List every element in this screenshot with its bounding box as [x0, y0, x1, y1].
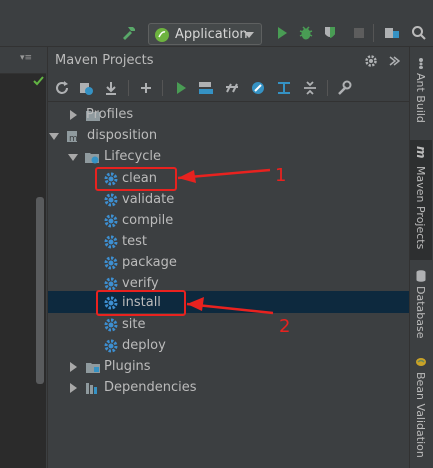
tab-label: Bean Validation	[414, 372, 427, 458]
tree-node-profiles[interactable]: Profiles	[48, 104, 408, 125]
expand-arrow-icon[interactable]	[70, 362, 77, 372]
goal-test[interactable]: test	[101, 231, 251, 252]
svg-text:m: m	[69, 134, 78, 144]
goal-label: package	[122, 255, 177, 270]
maven-m-icon: m	[414, 146, 428, 159]
goal-label: site	[122, 317, 146, 332]
tree-node-project[interactable]: m disposition	[48, 125, 408, 146]
execute-goal-icon[interactable]	[198, 80, 214, 96]
tree-node-label: disposition	[87, 128, 158, 143]
collapse-arrow-icon[interactable]	[49, 133, 59, 140]
refresh-icon[interactable]	[54, 80, 70, 96]
editor-scrollbar[interactable]	[36, 197, 44, 384]
hide-panel-icon[interactable]	[389, 56, 400, 66]
goal-gear-icon	[104, 193, 118, 207]
chevron-down-icon	[244, 32, 254, 38]
tab-ant-build[interactable]: Ant Build	[410, 55, 432, 130]
tree-node-label: Dependencies	[104, 380, 197, 395]
dependencies-folder-icon	[86, 383, 97, 394]
annotation-arrow-install	[186, 297, 274, 315]
lifecycle-folder-icon	[85, 153, 99, 164]
editor-tab-menu-icon[interactable]: ▾≡	[20, 53, 32, 63]
ant-icon	[419, 58, 423, 69]
goal-compile[interactable]: compile	[101, 210, 251, 231]
toolbar-separator	[162, 80, 163, 96]
gear-icon[interactable]	[364, 54, 378, 68]
goal-gear-icon	[104, 256, 118, 270]
toolbar-separator	[327, 80, 328, 96]
toggle-offline-icon[interactable]	[224, 80, 240, 96]
annotation-number-1: 1	[275, 165, 287, 186]
annotation-number-2: 2	[279, 316, 291, 337]
build-hammer-icon[interactable]	[120, 24, 138, 42]
project-structure-icon[interactable]	[384, 25, 400, 41]
collapse-arrow-icon[interactable]	[68, 154, 78, 161]
goal-deploy[interactable]: deploy	[101, 335, 251, 356]
tab-bean-validation[interactable]: Bean Validation	[410, 354, 432, 466]
annotation-box-install	[96, 290, 186, 316]
reimport-icon[interactable]	[78, 80, 94, 96]
editor-tab-header: ▾≡	[0, 47, 46, 74]
goal-label: validate	[122, 192, 175, 207]
goal-gear-icon	[104, 339, 118, 353]
goal-site[interactable]: site	[101, 314, 251, 335]
tree-node-label: Lifecycle	[104, 149, 162, 164]
settings-wrench-icon[interactable]	[336, 80, 352, 96]
goal-validate[interactable]: validate	[101, 189, 251, 210]
run-with-coverage-icon[interactable]	[322, 25, 338, 41]
skip-tests-icon[interactable]	[250, 80, 266, 96]
expand-arrow-icon[interactable]	[70, 110, 77, 120]
tab-maven-projects[interactable]: m Maven Projects	[410, 140, 432, 260]
search-icon[interactable]	[411, 25, 427, 41]
tree-node-lifecycle[interactable]: Lifecycle	[48, 146, 408, 167]
run-icon[interactable]	[274, 25, 290, 41]
spring-boot-icon	[155, 28, 169, 42]
goal-label: deploy	[122, 338, 166, 353]
annotation-arrow-clean	[177, 168, 271, 183]
run-configuration-selector[interactable]: Application	[148, 23, 262, 45]
add-icon[interactable]	[138, 80, 154, 96]
checkmark-icon	[33, 76, 44, 86]
run-maven-build-icon[interactable]	[173, 80, 189, 96]
plugins-folder-icon	[86, 363, 100, 373]
database-icon	[416, 270, 426, 282]
download-icon[interactable]	[103, 80, 119, 96]
tree-node-plugins[interactable]: Plugins	[48, 356, 408, 377]
toolbar-separator	[373, 24, 374, 42]
goal-label: compile	[122, 213, 174, 228]
toolbar-separator	[128, 80, 129, 96]
goal-package[interactable]: package	[101, 252, 251, 273]
goal-gear-icon	[104, 214, 118, 228]
goal-gear-icon	[104, 235, 118, 249]
collapse-all-icon[interactable]	[302, 80, 318, 96]
tab-label: Ant Build	[414, 73, 427, 123]
stop-icon[interactable]	[351, 25, 367, 41]
tree-node-label: Plugins	[104, 359, 151, 374]
annotation-box-clean	[95, 167, 177, 191]
run-configuration-label: Application	[175, 27, 248, 42]
expand-arrow-icon[interactable]	[70, 383, 77, 393]
goal-gear-icon	[104, 318, 118, 332]
debug-icon[interactable]	[298, 25, 314, 41]
panel-title: Maven Projects	[55, 53, 154, 68]
bean-icon	[416, 358, 426, 366]
tab-label: Maven Projects	[414, 166, 427, 250]
tree-node-label: Profiles	[86, 107, 134, 122]
maven-project-icon: m	[67, 131, 78, 144]
show-dependencies-icon[interactable]	[276, 80, 292, 96]
tab-label: Database	[414, 286, 427, 339]
goal-label: test	[122, 234, 147, 249]
tree-node-dependencies[interactable]: Dependencies	[48, 377, 408, 398]
tab-database[interactable]: Database	[410, 268, 432, 340]
